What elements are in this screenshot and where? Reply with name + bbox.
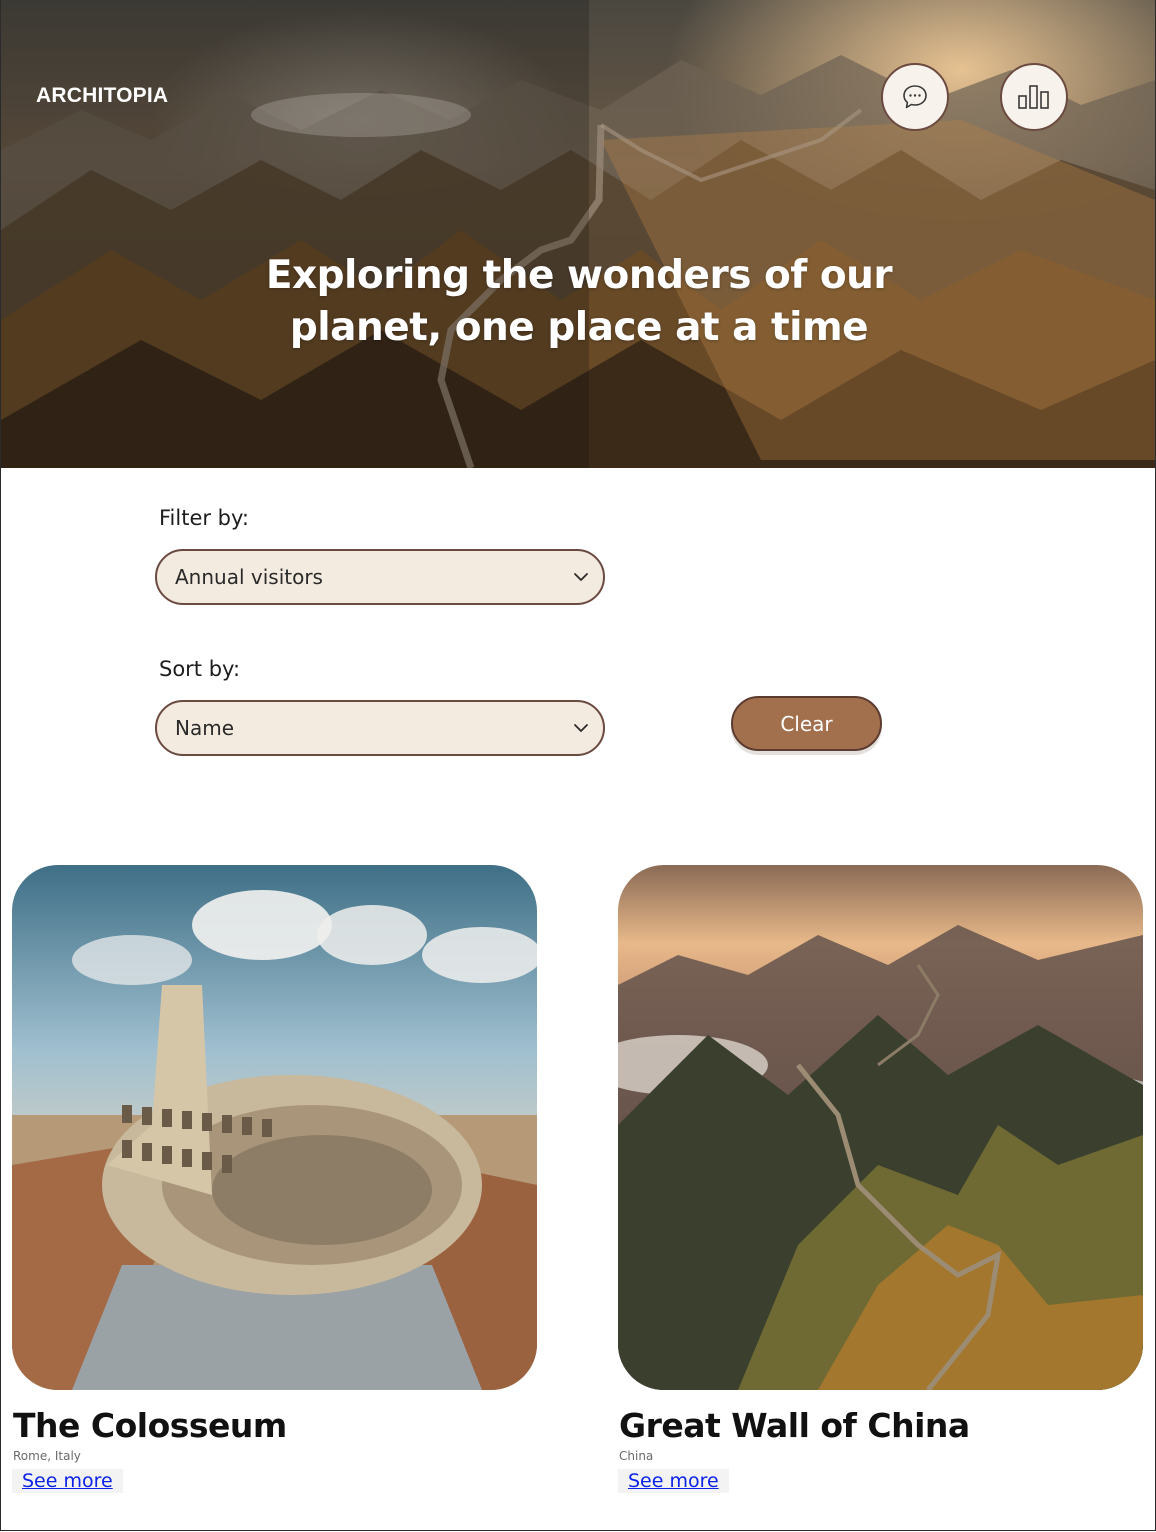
- see-more-link[interactable]: See more: [12, 1469, 123, 1493]
- place-location: China: [619, 1449, 654, 1463]
- filter-label: Filter by:: [159, 506, 249, 530]
- brand-logo[interactable]: ARCHITOPIA: [36, 84, 168, 108]
- chat-button[interactable]: [881, 63, 949, 131]
- bar-chart-icon: [1018, 85, 1049, 109]
- hero-headline: Exploring the wonders of our planet, one…: [265, 253, 893, 350]
- hero-banner: ARCHITOPIA Exploring the wonders of our …: [1, 0, 1155, 468]
- chevron-down-icon: [574, 573, 588, 581]
- see-more-link[interactable]: See more: [618, 1469, 729, 1493]
- sort-select-value: Name: [175, 716, 235, 740]
- chevron-down-icon: [574, 724, 588, 732]
- place-location: Rome, Italy: [13, 1449, 81, 1463]
- chat-bubble-icon: [903, 85, 927, 109]
- colosseum-image[interactable]: [12, 865, 537, 1390]
- filter-select-value: Annual visitors: [175, 565, 323, 589]
- stats-button[interactable]: [1000, 63, 1068, 131]
- hero-left-shade: [1, 0, 589, 468]
- sort-label: Sort by:: [159, 657, 241, 681]
- filter-select[interactable]: Annual visitors: [155, 549, 605, 605]
- sort-select[interactable]: Name: [155, 700, 605, 756]
- place-name: The Colosseum: [13, 1406, 287, 1445]
- place-name: Great Wall of China: [619, 1406, 970, 1445]
- clear-button[interactable]: Clear: [731, 696, 882, 751]
- great-wall-image[interactable]: [618, 865, 1143, 1390]
